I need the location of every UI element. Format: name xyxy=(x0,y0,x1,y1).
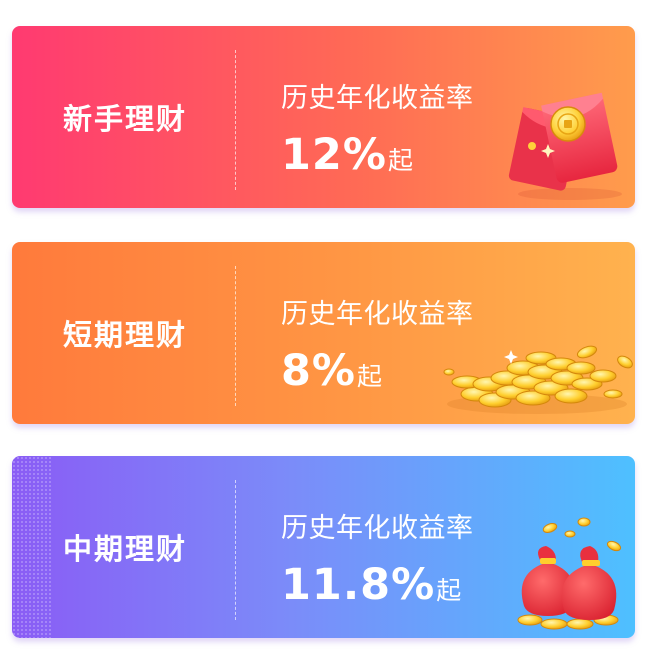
rate-suffix: 起 xyxy=(357,362,383,391)
dashed-divider xyxy=(235,480,236,620)
rate-label: 历史年化收益率 xyxy=(281,83,474,114)
rate-value: 12% xyxy=(281,130,387,180)
rate-label: 历史年化收益率 xyxy=(281,299,474,330)
dashed-divider xyxy=(235,50,236,190)
product-card-newbie[interactable]: 新手理财 历史年化收益率 12%起 xyxy=(12,26,635,208)
rate-line: 11.8%起 xyxy=(281,560,461,610)
product-name: 新手理财 xyxy=(62,102,187,136)
dashed-divider xyxy=(235,266,236,406)
product-name: 短期理财 xyxy=(62,318,187,352)
rate-label: 历史年化收益率 xyxy=(281,513,474,544)
product-card-short-term[interactable]: 短期理财 历史年化收益率 8%起 xyxy=(12,242,635,424)
red-envelope-icon xyxy=(508,92,622,200)
product-name: 中期理财 xyxy=(62,532,187,566)
rate-value: 8% xyxy=(281,346,357,396)
rate-suffix: 起 xyxy=(387,146,413,175)
rate-value: 11.8% xyxy=(281,560,436,610)
money-bag-icon xyxy=(517,517,622,630)
rate-line: 8%起 xyxy=(281,346,382,396)
rate-line: 12%起 xyxy=(281,130,413,180)
product-card-mid-term[interactable]: 中期理财 历史年化收益率 11.8%起 xyxy=(12,456,635,638)
rate-suffix: 起 xyxy=(436,576,462,605)
gold-coins-icon xyxy=(443,345,633,414)
